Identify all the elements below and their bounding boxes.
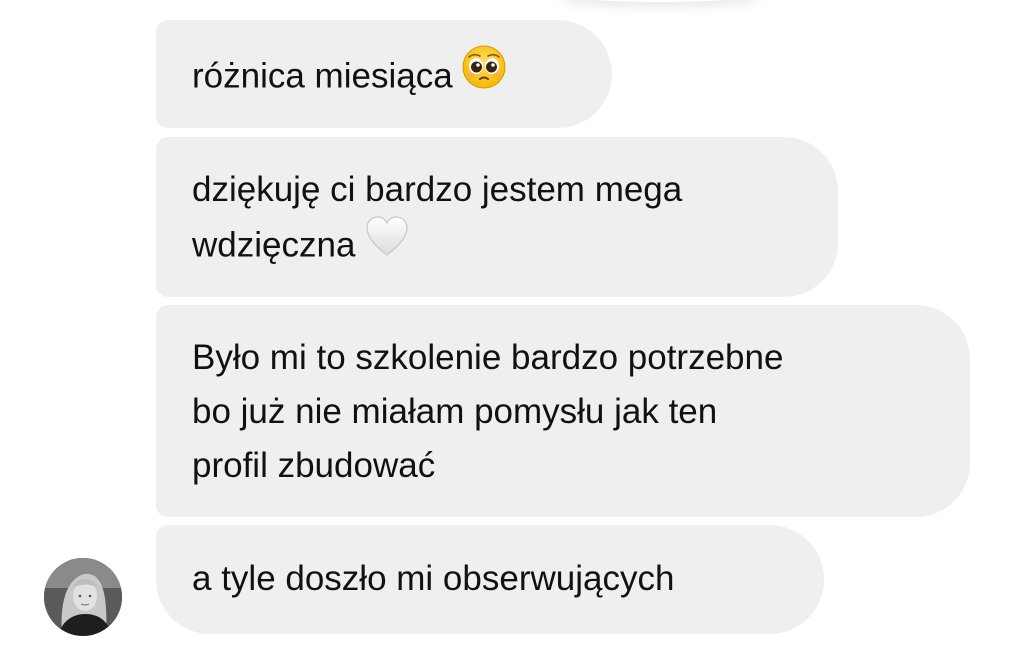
message-text-line: profil zbudować [192,446,436,485]
message-bubble-1[interactable]: różnica miesiąca [156,20,612,128]
white-heart-emoji-icon [363,214,411,274]
message-bubble-3[interactable]: Było mi to szkolenie bardzo potrzebne bo… [156,305,970,517]
message-text-line: bo już nie miałam pomysłu jak ten [192,392,718,431]
message-bubble-2[interactable]: dziękuję ci bardzo jestem mega wdzięczna [156,137,838,297]
message-text-line: wdzięczna [192,225,356,265]
message-bubble-4[interactable]: a tyle doszło mi obserwujących [156,525,824,634]
pleading-face-emoji-icon [461,44,507,106]
message-text-line: a tyle doszło mi obserwujących [192,559,675,598]
message-text-line: różnica miesiąca [192,56,453,96]
message-text-line: Było mi to szkolenie bardzo potrzebne [192,338,784,377]
avatar-icon [44,558,122,636]
message-text-line: dziękuję ci bardzo jestem mega [192,170,683,209]
top-shadow-edge [560,0,760,2]
avatar[interactable] [44,558,122,636]
